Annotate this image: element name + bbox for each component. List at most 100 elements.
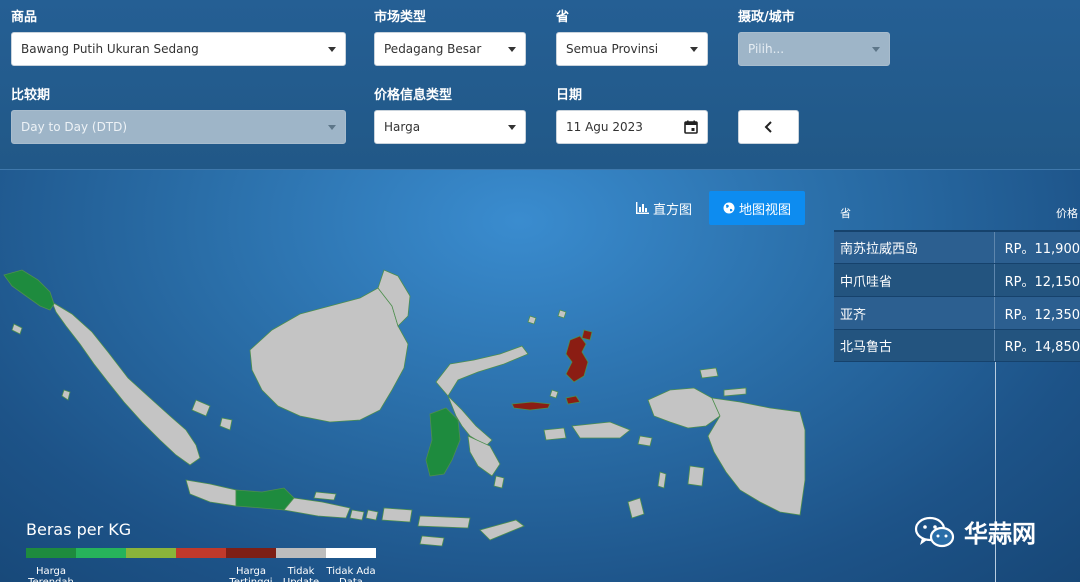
- map-island-buton[interactable]: [493, 475, 505, 489]
- map-island-yapen[interactable]: [723, 387, 747, 397]
- map-region-west-papua[interactable]: [647, 387, 721, 429]
- province-select[interactable]: Semua Provinsi: [556, 32, 708, 66]
- map-island-bangka[interactable]: [191, 399, 211, 417]
- map-island-sumbawa[interactable]: [381, 507, 413, 523]
- row-price: RP。12,150: [1004, 274, 1080, 290]
- row-province: 亚齐: [834, 297, 995, 329]
- comparison-label: 比较期: [11, 88, 51, 103]
- column-header-province[interactable]: 省: [834, 205, 996, 221]
- map-island-madura[interactable]: [313, 491, 337, 501]
- chevron-down-icon: [690, 46, 698, 52]
- table-row[interactable]: 南苏拉威西岛 RP。11,900: [834, 230, 1080, 263]
- chevron-down-icon: [508, 124, 516, 130]
- map-island-biak[interactable]: [699, 367, 719, 379]
- regency-placeholder: Pilih...: [748, 42, 785, 56]
- map-region-sulawesi-north[interactable]: [435, 345, 529, 397]
- map-island-lombok[interactable]: [365, 509, 379, 521]
- legend-swatch-lowest: [26, 548, 76, 558]
- bar-chart-icon: [636, 202, 649, 214]
- price-table: 省 价格 南苏拉威西岛 RP。11,900 中爪哇省 RP。12,150 亚齐 …: [834, 196, 1080, 362]
- map-region-sumatra[interactable]: [51, 301, 201, 466]
- map-island-timor[interactable]: [479, 519, 525, 541]
- comparison-select[interactable]: Day to Day (DTD): [11, 110, 346, 144]
- map-island-buru[interactable]: [543, 427, 567, 441]
- table-header: 省 价格: [834, 196, 1080, 230]
- map-island-ambon-cluster[interactable]: [637, 435, 653, 447]
- map-region-java-west[interactable]: [185, 479, 237, 507]
- row-price: RP。14,850: [1004, 340, 1080, 355]
- market-type-label: 市场类型: [374, 10, 427, 25]
- column-header-price[interactable]: 价格: [996, 205, 1080, 221]
- row-price: RP。12,350: [1004, 307, 1080, 323]
- legend-swatch-low: [76, 548, 126, 558]
- chevron-left-icon: [764, 121, 772, 133]
- market-type-select[interactable]: Pedagang Besar: [374, 32, 526, 66]
- map-island-seram[interactable]: [571, 421, 631, 439]
- legend-swatch-high: [176, 548, 226, 558]
- map-island-kei[interactable]: [657, 471, 667, 489]
- map-island-tanimbar[interactable]: [627, 497, 645, 519]
- back-button[interactable]: [738, 110, 799, 144]
- row-province: 北马鲁古: [834, 330, 995, 361]
- commodity-select[interactable]: Bawang Putih Ukuran Sedang: [11, 32, 346, 66]
- map-island-bali[interactable]: [349, 509, 365, 521]
- map-region-papua[interactable]: [707, 397, 806, 516]
- legend-label-not-updated: Tidak Update: [283, 566, 319, 582]
- date-value: 11 Agu 2023: [566, 120, 643, 134]
- legend-swatch-not-updated: [276, 548, 326, 558]
- map-island-nias[interactable]: [11, 323, 23, 335]
- map-region-south-sulawesi[interactable]: [425, 407, 461, 477]
- map-island-aru[interactable]: [687, 465, 705, 487]
- chevron-down-icon: [328, 124, 336, 130]
- map-island-obi[interactable]: [565, 395, 581, 405]
- regency-label: 摄政/城市: [738, 10, 795, 25]
- table-row[interactable]: 中爪哇省 RP。12,150: [834, 263, 1080, 296]
- province-value: Semua Provinsi: [566, 42, 659, 56]
- market-type-value: Pedagang Besar: [384, 42, 482, 56]
- map-island-mentawai[interactable]: [61, 389, 71, 401]
- row-province: 中爪哇省: [834, 264, 995, 296]
- price-info-type-select[interactable]: Harga: [374, 110, 526, 144]
- legend-label-no-data: Tidak Ada Data: [326, 566, 376, 582]
- comparison-value: Day to Day (DTD): [21, 120, 128, 134]
- date-label: 日期: [556, 88, 583, 103]
- map-island-misc-3[interactable]: [549, 389, 559, 399]
- map-region-aceh[interactable]: [3, 269, 55, 311]
- wechat-icon: [914, 516, 955, 547]
- legend-label-highest: Harga Tertinggi: [229, 566, 272, 582]
- map-region-kalimantan[interactable]: [249, 287, 409, 423]
- commodity-value: Bawang Putih Ukuran Sedang: [21, 42, 199, 56]
- table-divider: [995, 362, 996, 582]
- map-island-flores[interactable]: [417, 515, 471, 529]
- globe-icon: [723, 202, 735, 214]
- map-island-sumba[interactable]: [419, 535, 445, 547]
- map-island-misc-2[interactable]: [527, 315, 537, 325]
- row-province: 南苏拉威西岛: [834, 232, 995, 263]
- histogram-view-button[interactable]: 直方图: [636, 191, 692, 225]
- watermark: 华蒜网: [914, 514, 1036, 549]
- province-label: 省: [556, 10, 570, 25]
- legend-swatch-highest: [226, 548, 276, 558]
- map-island-sula[interactable]: [511, 401, 551, 411]
- histogram-view-label: 直方图: [653, 202, 693, 218]
- legend-label-lowest: Harga Terendah: [28, 566, 74, 582]
- price-info-type-value: Harga: [384, 120, 421, 134]
- calendar-icon[interactable]: [684, 120, 698, 134]
- map-view-label: 地图视图: [739, 202, 792, 218]
- map-region-java-east[interactable]: [283, 497, 351, 519]
- map-island-morotai[interactable]: [581, 329, 593, 341]
- row-price: RP。11,900: [1004, 242, 1080, 257]
- table-row[interactable]: 亚齐 RP。12,350: [834, 296, 1080, 329]
- map-island-belitung[interactable]: [219, 417, 233, 431]
- chevron-down-icon: [872, 46, 880, 52]
- table-row[interactable]: 北马鲁古 RP。14,850: [834, 329, 1080, 362]
- map-region-central-java[interactable]: [235, 487, 295, 511]
- chevron-down-icon: [328, 46, 336, 52]
- chevron-down-icon: [508, 46, 516, 52]
- price-info-type-label: 价格信息类型: [374, 88, 453, 103]
- map-island-misc-1[interactable]: [557, 309, 567, 319]
- map-view-button[interactable]: 地图视图: [709, 191, 806, 225]
- date-input[interactable]: 11 Agu 2023: [556, 110, 708, 144]
- map-region-north-maluku[interactable]: [565, 335, 589, 383]
- regency-select[interactable]: Pilih...: [738, 32, 890, 66]
